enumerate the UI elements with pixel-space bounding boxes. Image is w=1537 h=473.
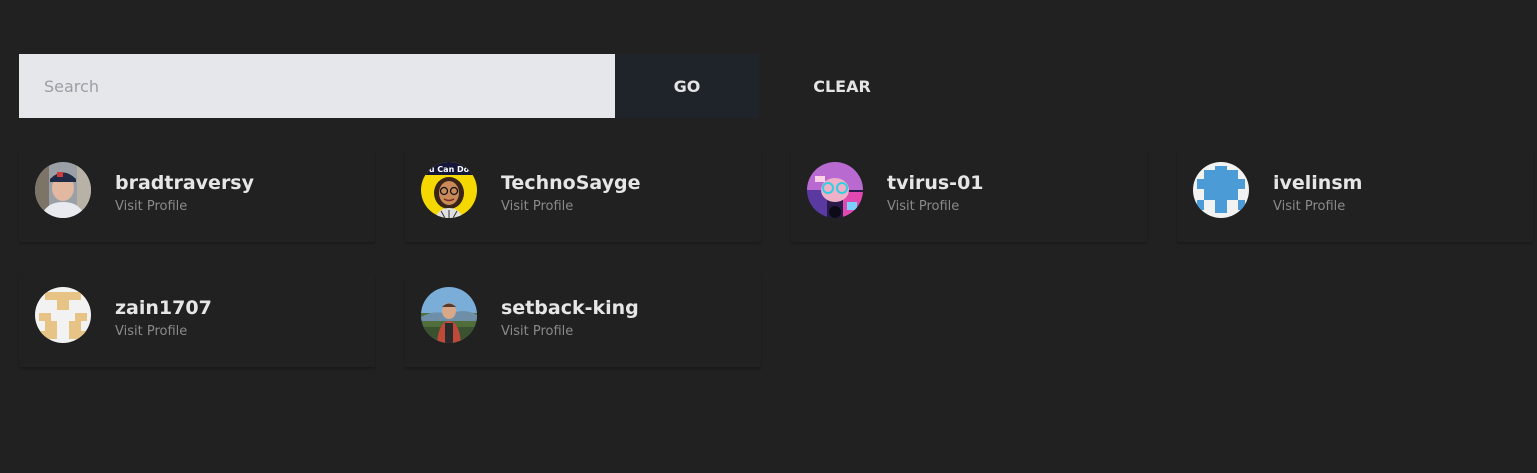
identicon-icon xyxy=(35,287,91,343)
user-name: TechnoSayge xyxy=(501,172,641,194)
user-name: ivelinsm xyxy=(1273,172,1363,194)
user-photo-icon xyxy=(421,287,477,343)
user-name: zain1707 xyxy=(115,297,212,319)
visit-profile-link[interactable]: Visit Profile xyxy=(115,324,187,339)
user-photo-icon xyxy=(35,162,91,218)
user-card-technosayge[interactable]: u Can Do TechnoSayge Visit Profile xyxy=(405,150,761,242)
visit-profile-link[interactable]: Visit Profile xyxy=(501,199,573,214)
user-card-bradtraversy[interactable]: bradtraversy Visit Profile xyxy=(19,150,375,242)
clear-button[interactable]: CLEAR xyxy=(778,54,906,118)
user-card-zain1707[interactable]: zain1707 Visit Profile xyxy=(19,275,375,367)
avatar xyxy=(35,287,91,343)
avatar xyxy=(35,162,91,218)
visit-profile-link[interactable]: Visit Profile xyxy=(501,324,573,339)
search-form: GO xyxy=(19,54,759,118)
identicon-icon xyxy=(1193,162,1249,218)
avatar: u Can Do xyxy=(421,162,477,218)
cartoon-avatar-icon: u Can Do xyxy=(421,162,477,218)
user-name: setback-king xyxy=(501,297,639,319)
user-name: bradtraversy xyxy=(115,172,255,194)
avatar-caption: u Can Do xyxy=(429,165,470,174)
avatar xyxy=(1193,162,1249,218)
user-name: tvirus-01 xyxy=(887,172,984,194)
avatar xyxy=(421,287,477,343)
user-card-ivelinsm[interactable]: ivelinsm Visit Profile xyxy=(1177,150,1533,242)
visit-profile-link[interactable]: Visit Profile xyxy=(115,199,187,214)
user-card-setback-king[interactable]: setback-king Visit Profile xyxy=(405,275,761,367)
page: GO CLEAR bradtraversy Visit Profile u Ca… xyxy=(0,0,1537,473)
go-button[interactable]: GO xyxy=(615,54,759,118)
search-input[interactable] xyxy=(19,54,615,118)
illustrated-avatar-icon xyxy=(807,162,863,218)
avatar xyxy=(807,162,863,218)
user-card-tvirus-01[interactable]: tvirus-01 Visit Profile xyxy=(791,150,1147,242)
visit-profile-link[interactable]: Visit Profile xyxy=(887,199,959,214)
visit-profile-link[interactable]: Visit Profile xyxy=(1273,199,1345,214)
